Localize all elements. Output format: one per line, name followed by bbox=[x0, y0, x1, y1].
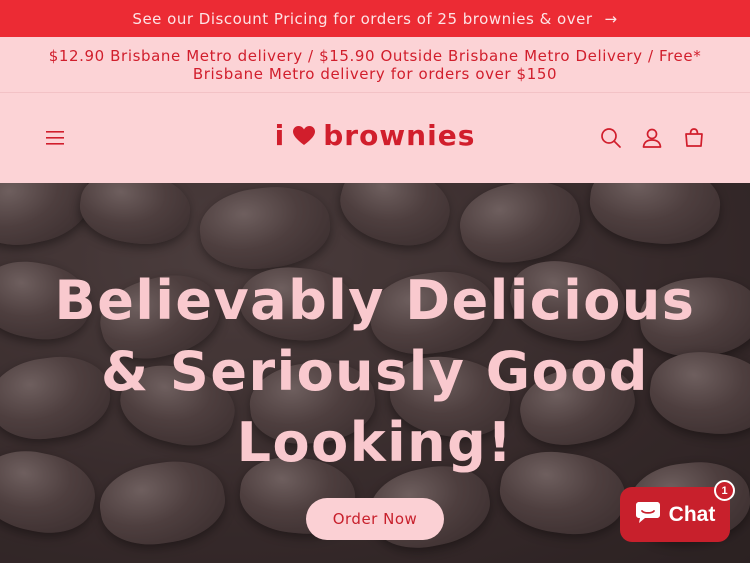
hero-title: Believably Delicious & Seriously Good Lo… bbox=[54, 269, 696, 474]
delivery-banner-text: $12.90 Brisbane Metro delivery / $15.90 … bbox=[48, 46, 702, 83]
order-now-button[interactable]: Order Now bbox=[306, 498, 444, 540]
chat-button[interactable]: Chat bbox=[620, 487, 730, 542]
chat-label: Chat bbox=[668, 502, 716, 526]
search-icon[interactable] bbox=[599, 126, 623, 150]
announcement-text[interactable]: See our Discount Pricing for orders of 2… bbox=[132, 10, 592, 28]
account-icon[interactable] bbox=[640, 126, 664, 150]
chat-notification-badge: 1 bbox=[714, 480, 735, 501]
delivery-banner: $12.90 Brisbane Metro delivery / $15.90 … bbox=[0, 37, 750, 93]
logo-text-brownies: brownies bbox=[323, 119, 476, 152]
cart-icon[interactable] bbox=[682, 126, 706, 150]
logo-text-i: i bbox=[274, 119, 286, 152]
chat-bubble-icon bbox=[635, 500, 661, 530]
heart-icon bbox=[293, 120, 316, 153]
site-header: i brownies bbox=[0, 93, 750, 183]
site-logo[interactable]: i brownies bbox=[0, 119, 750, 153]
announcement-bar[interactable]: See our Discount Pricing for orders of 2… bbox=[0, 0, 750, 37]
arrow-right-icon[interactable]: → bbox=[605, 10, 618, 28]
